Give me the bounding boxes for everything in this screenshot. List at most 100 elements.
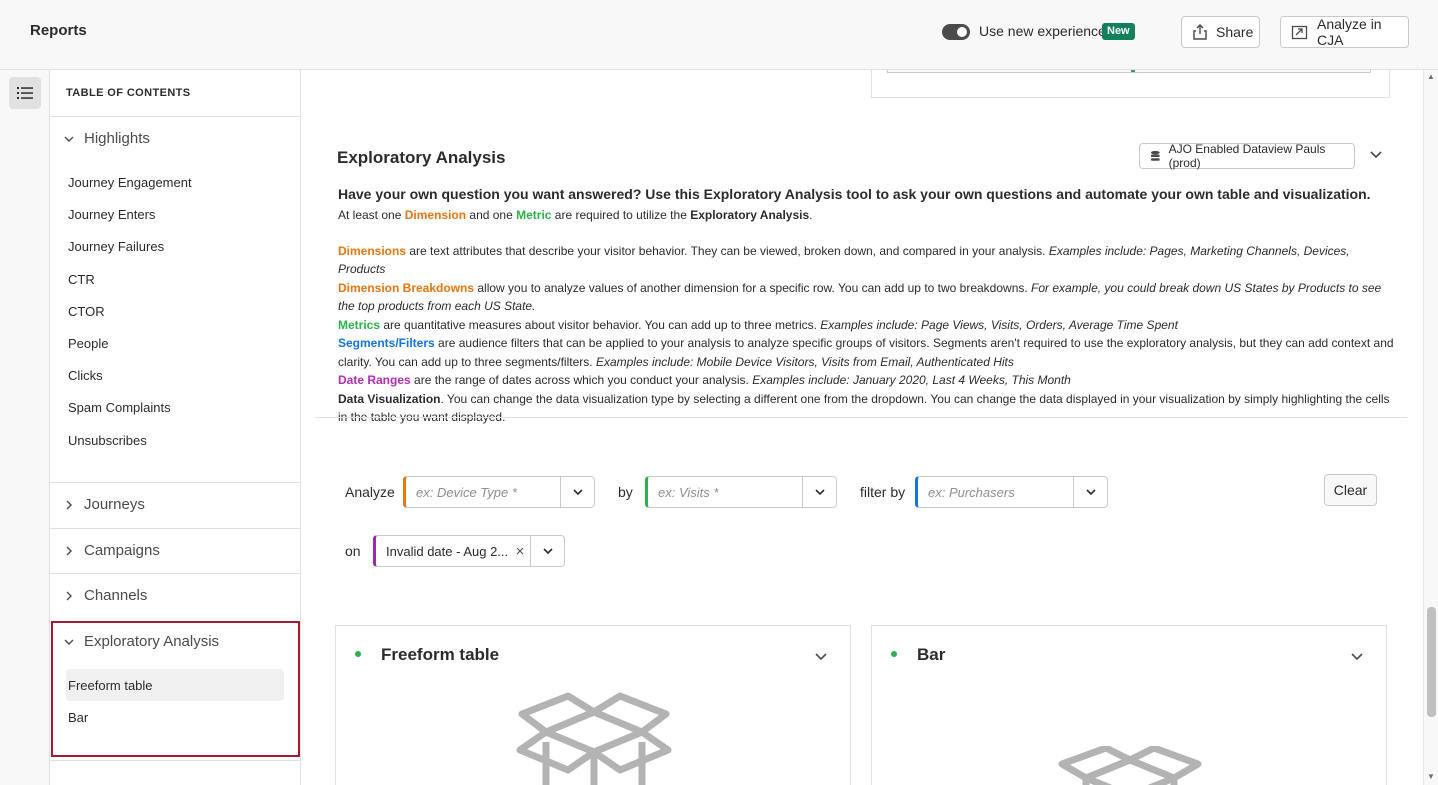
dimension-combobox[interactable]: ex: Device Type *: [403, 476, 595, 508]
divider: [50, 528, 300, 529]
chevron-right-icon: [66, 591, 72, 600]
toc-section-highlights[interactable]: Highlights: [64, 130, 150, 147]
scroll-down-arrow[interactable]: ▼: [1427, 772, 1435, 781]
segment-input[interactable]: ex: Purchasers: [918, 485, 1073, 500]
toc-section-journeys[interactable]: Journeys: [64, 496, 145, 513]
divider: [315, 417, 1407, 418]
empty-box-icon: [516, 692, 672, 785]
metric-dropdown-button[interactable]: [802, 477, 836, 507]
toc-item-unsubscribes[interactable]: Unsubscribes: [68, 433, 147, 448]
chevron-down-icon: [572, 489, 583, 496]
metrics-help: Metrics are quantitative measures about …: [338, 317, 1178, 332]
chevron-down-icon: [64, 639, 74, 645]
chevron-right-icon: [66, 500, 72, 509]
open-external-icon: [1291, 25, 1308, 40]
date-range-combobox[interactable]: Invalid date - Aug 2... ×: [373, 535, 565, 567]
analyze-in-cja-button[interactable]: Analyze in CJA: [1280, 16, 1409, 48]
intro-description: Have your own question you want answered…: [338, 185, 1398, 427]
status-dot: [891, 651, 897, 657]
date-ranges-help: Date Ranges are the range of dates acros…: [338, 373, 1071, 387]
section-label: Exploratory Analysis: [84, 633, 220, 650]
left-rail: [0, 70, 50, 785]
database-icon: [1150, 150, 1160, 161]
scrollbar-thumb[interactable]: [1427, 607, 1436, 717]
toc-item-spam-complaints[interactable]: Spam Complaints: [68, 400, 171, 415]
table-of-contents: TABLE OF CONTENTS Highlights Journey Eng…: [50, 70, 301, 785]
main-content: Exploratory Analysis AJO Enabled Datavie…: [301, 70, 1423, 785]
cja-label: Analyze in CJA: [1317, 16, 1382, 48]
clear-button[interactable]: Clear: [1324, 474, 1377, 506]
segment-dropdown-button[interactable]: [1073, 477, 1107, 507]
card-title: Freeform table: [381, 645, 500, 664]
new-badge: New: [1102, 23, 1135, 40]
previous-chart-area: [887, 70, 1371, 73]
date-range-dropdown-button[interactable]: [530, 536, 564, 566]
toc-item-journey-engagement[interactable]: Journey Engagement: [68, 175, 192, 190]
breakdowns-help: Dimension Breakdowns allow you to analyz…: [338, 280, 1382, 314]
bar-chart-card: Bar: [871, 625, 1387, 785]
top-header: Reports Use new experience New Share Ana…: [0, 0, 1438, 70]
toc-list-icon: [17, 87, 33, 99]
dimension-input[interactable]: ex: Device Type *: [406, 485, 560, 500]
segments-help: Segments/Filters are audience filters th…: [338, 336, 1394, 369]
toc-section-channels[interactable]: Channels: [64, 587, 147, 604]
chevron-down-icon[interactable]: [814, 650, 828, 664]
chevron-down-icon: [542, 548, 553, 555]
divider: [50, 482, 300, 483]
toc-item-bar[interactable]: Bar: [68, 710, 88, 725]
new-experience-toggle[interactable]: [942, 24, 970, 40]
toc-item-people[interactable]: People: [68, 336, 108, 351]
divider: [50, 116, 300, 117]
scroll-up-arrow[interactable]: ▲: [1427, 72, 1435, 81]
page-title: Reports: [30, 22, 87, 39]
dataview-label: AJO Enabled Dataview Pauls (prod): [1168, 142, 1326, 170]
metric-input[interactable]: ex: Visits *: [648, 485, 802, 500]
chevron-down-icon[interactable]: [1350, 650, 1364, 664]
dataview-selector[interactable]: AJO Enabled Dataview Pauls (prod): [1139, 142, 1355, 170]
status-dot: [355, 651, 361, 657]
data-visualization-help: Data Visualization. You can change the d…: [338, 391, 1390, 425]
share-button[interactable]: Share: [1181, 16, 1260, 48]
section-label: Journeys: [84, 496, 145, 513]
toc-toggle-button[interactable]: [9, 77, 41, 109]
intro-requirement: At least one Dimension and one Metric ar…: [338, 208, 813, 222]
section-title: Exploratory Analysis: [337, 148, 506, 167]
divider: [50, 760, 300, 761]
empty-box-icon: [1058, 746, 1202, 785]
dimensions-help: Dimensions are text attributes that desc…: [338, 243, 1350, 277]
section-label: Highlights: [84, 130, 150, 147]
divider: [50, 573, 300, 574]
date-range-value[interactable]: Invalid date - Aug 2...: [376, 544, 510, 559]
main-scrollbar[interactable]: ▲ ▼: [1423, 70, 1438, 785]
toc-section-exploratory-analysis[interactable]: Exploratory Analysis: [64, 633, 219, 650]
clear-x-icon[interactable]: ×: [510, 543, 530, 560]
new-experience-label: Use new experience: [979, 23, 1106, 39]
toc-item-clicks[interactable]: Clicks: [68, 368, 103, 383]
collapse-section-chevron-icon[interactable]: [1369, 148, 1383, 162]
chevron-down-icon: [814, 489, 825, 496]
toc-item-ctr[interactable]: CTR: [68, 272, 95, 287]
toc-item-ctor[interactable]: CTOR: [68, 304, 105, 319]
share-icon: [1193, 24, 1207, 40]
share-label: Share: [1216, 24, 1254, 40]
dimension-dropdown-button[interactable]: [560, 477, 594, 507]
previous-visualization-card: [871, 70, 1390, 98]
analyze-label: Analyze: [345, 484, 395, 500]
card-title: Bar: [917, 645, 946, 664]
section-label: Channels: [84, 587, 148, 604]
toc-item-journey-failures[interactable]: Journey Failures: [68, 239, 164, 254]
chevron-down-icon: [64, 136, 74, 142]
freeform-table-card: Freeform table: [335, 625, 851, 785]
chevron-right-icon: [66, 546, 72, 555]
toc-section-campaigns[interactable]: Campaigns: [64, 542, 160, 559]
segment-combobox[interactable]: ex: Purchasers: [915, 476, 1108, 508]
on-label: on: [345, 543, 361, 559]
toc-item-journey-enters[interactable]: Journey Enters: [68, 207, 155, 222]
metric-combobox[interactable]: ex: Visits *: [645, 476, 837, 508]
toc-heading: TABLE OF CONTENTS: [66, 87, 191, 99]
by-label: by: [618, 484, 633, 500]
filter-by-label: filter by: [860, 484, 906, 500]
toc-item-freeform-table[interactable]: Freeform table: [68, 678, 153, 693]
chart-bar: [1131, 70, 1135, 72]
intro-lead: Have your own question you want answered…: [338, 186, 1371, 202]
